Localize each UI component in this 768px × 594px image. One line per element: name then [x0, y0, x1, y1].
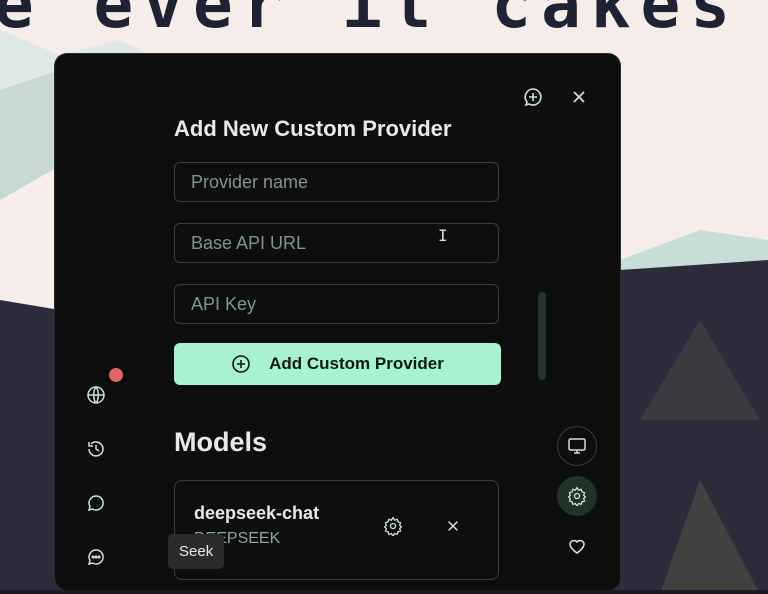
monitor-icon[interactable]: [557, 426, 597, 466]
chat-plus-icon[interactable]: [522, 86, 544, 108]
add-custom-provider-label: Add Custom Provider: [269, 354, 444, 373]
model-settings-gear-icon[interactable]: [382, 515, 404, 537]
heart-icon[interactable]: [557, 526, 597, 566]
model-remove-close-icon[interactable]: [442, 515, 464, 537]
panel-top-icons: [522, 86, 590, 108]
left-rail: [85, 368, 123, 568]
background-title: e ever it cakes: [0, 0, 741, 43]
provider-name-input[interactable]: [189, 170, 498, 194]
model-name: deepseek-chat: [194, 503, 320, 523]
notification-dot: [109, 368, 123, 382]
models-heading: Models: [174, 427, 268, 457]
tooltip: Seek: [168, 534, 225, 569]
provider-form: Add New Custom Provider Add Custom Provi…: [174, 110, 501, 580]
taskbar-strip: [0, 590, 768, 594]
provider-name-field[interactable]: [174, 162, 499, 202]
close-icon[interactable]: [568, 86, 590, 108]
chat-dots-icon[interactable]: [85, 546, 107, 568]
globe-icon[interactable]: [85, 368, 123, 406]
text-cursor-icon: I: [438, 226, 448, 245]
history-icon[interactable]: [85, 438, 107, 460]
chat-bubble-icon[interactable]: [85, 492, 107, 514]
right-rail: [557, 426, 597, 566]
base-url-input[interactable]: [189, 231, 498, 255]
add-custom-provider-button[interactable]: Add Custom Provider: [174, 343, 501, 385]
base-url-field[interactable]: [174, 223, 499, 263]
scrollbar[interactable]: [538, 292, 546, 380]
api-key-input[interactable]: [189, 292, 498, 316]
model-actions: [382, 515, 464, 537]
api-key-field[interactable]: [174, 284, 499, 324]
custom-provider-heading: Add New Custom Provider: [174, 116, 452, 141]
gear-icon[interactable]: [557, 476, 597, 516]
plus-circle-icon: [232, 355, 250, 373]
settings-panel: Add New Custom Provider Add Custom Provi…: [55, 54, 620, 590]
